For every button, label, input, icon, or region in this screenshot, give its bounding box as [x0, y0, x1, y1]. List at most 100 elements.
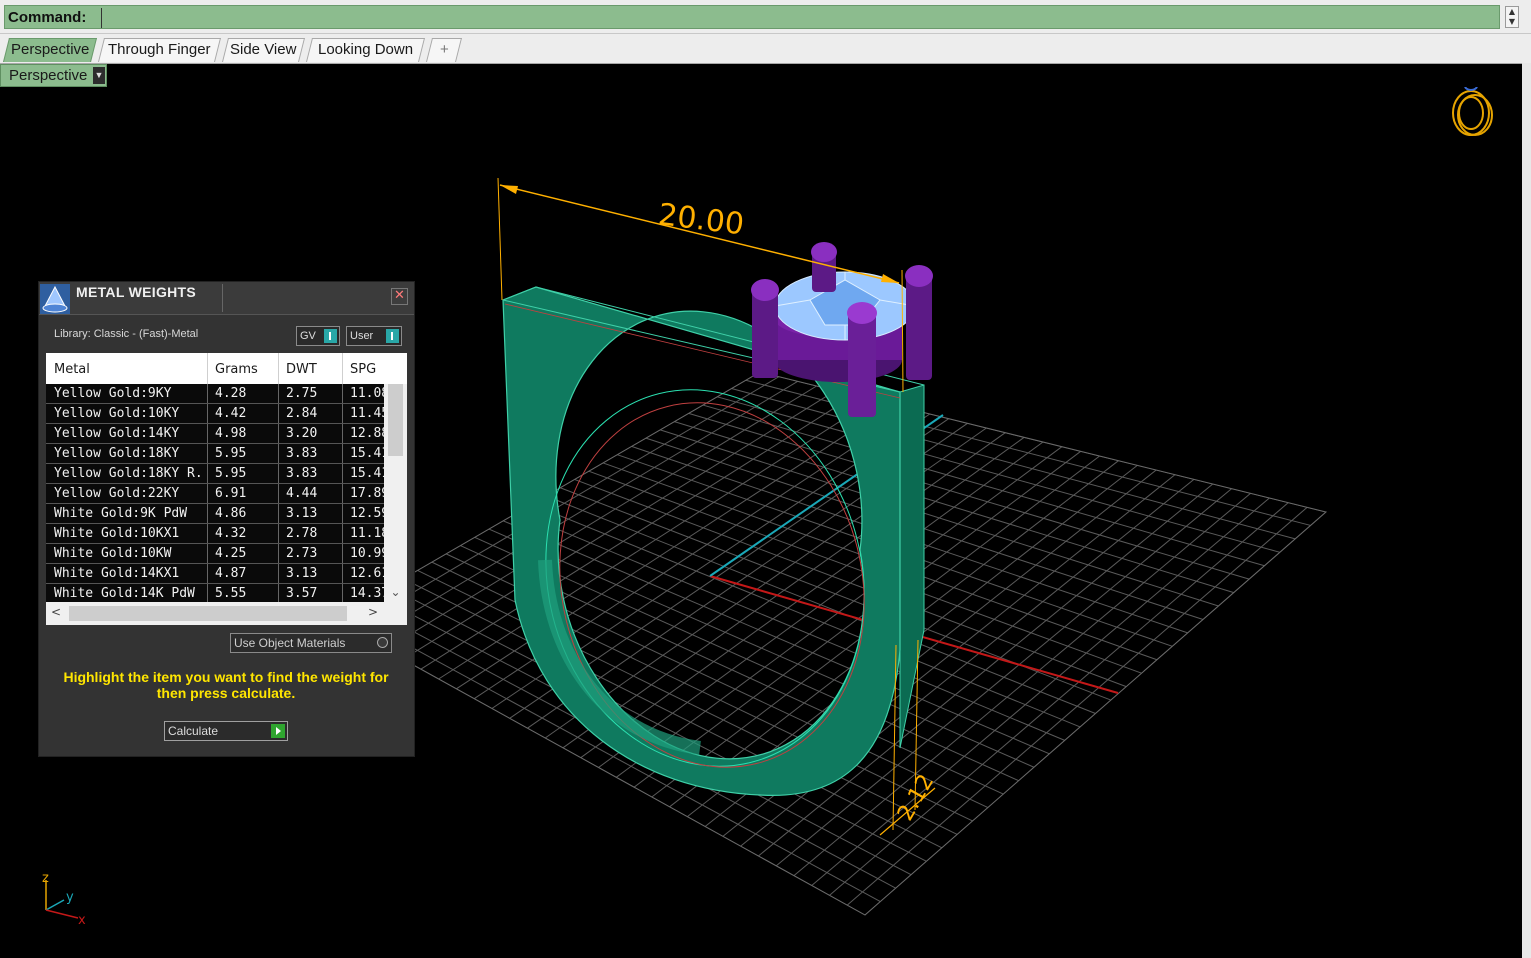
grid-line [731, 388, 1296, 540]
table-row[interactable]: White Gold:14K PdW 5.55 3.57 14.37 [46, 584, 384, 602]
table-row[interactable]: Yellow Gold:14KY 4.98 3.20 12.88 [46, 424, 384, 444]
column-divider [342, 464, 343, 484]
table-row[interactable]: White Gold:10KX1 4.32 2.78 11.18 [46, 524, 384, 544]
tab-perspective[interactable]: Perspective [3, 38, 97, 62]
metal-cell: Yellow Gold:9KY [54, 386, 172, 401]
viewport-label-text: Perspective [9, 67, 88, 84]
table-row[interactable]: White Gold:10KW 4.25 2.73 10.99 [46, 544, 384, 564]
grams-cell: 4.87 [215, 566, 247, 581]
column-divider [207, 424, 208, 444]
panel-title: METAL WEIGHTS [76, 284, 197, 300]
scroll-down-icon[interactable]: ⌄ [388, 584, 403, 600]
tab-side-view[interactable]: Side View [222, 38, 305, 62]
metal-cell: White Gold:9K PdW [54, 506, 188, 521]
instruction-text: Highlight the item you want to find the … [63, 669, 389, 701]
spg-cell: 15.41 [350, 466, 384, 481]
table-row[interactable]: Yellow Gold:22KY 6.91 4.44 17.89 [46, 484, 384, 504]
grid-border [330, 371, 1328, 916]
command-input[interactable] [101, 8, 1496, 28]
table-row[interactable]: White Gold:14KX1 4.87 3.13 12.61 [46, 564, 384, 584]
grams-cell: 4.42 [215, 406, 247, 421]
metal-table: Metal Grams DWT SPG Yellow Gold:9KY 4.28 2… [46, 353, 407, 625]
spg-cell: 11.18 [350, 526, 384, 541]
scroll-right-icon[interactable]: > [368, 605, 378, 619]
spg-cell: 12.59 [350, 506, 384, 521]
grams-cell: 6.91 [215, 486, 247, 501]
table-row[interactable]: Yellow Gold:18KY 5.95 3.83 15.41 [46, 444, 384, 464]
command-history-spinner[interactable]: ▲ ▼ [1505, 6, 1519, 28]
grams-cell: 5.95 [215, 466, 247, 481]
metal-cell: Yellow Gold:18KY [54, 446, 180, 461]
column-divider [342, 564, 343, 584]
close-icon[interactable]: ✕ [391, 288, 408, 305]
column-divider [342, 444, 343, 464]
column-header-metal[interactable]: Metal [54, 362, 90, 377]
grams-cell: 4.32 [215, 526, 247, 541]
dwt-cell: 3.83 [286, 446, 318, 461]
add-tab-button[interactable]: + [426, 38, 462, 62]
tab-through-finger[interactable]: Through Finger [98, 38, 221, 62]
dwt-cell: 3.13 [286, 566, 318, 581]
column-divider [278, 404, 279, 424]
scroll-left-icon[interactable]: < [51, 605, 61, 619]
dwt-cell: 3.57 [286, 586, 318, 601]
vertical-scrollbar[interactable]: ⌄ [384, 384, 407, 602]
metal-cell: White Gold:14KX1 [54, 566, 180, 581]
user-toggle[interactable]: User [346, 326, 402, 346]
radio-icon[interactable] [377, 637, 388, 648]
axis-y-label: y [66, 890, 74, 905]
metal-weights-logo-icon [40, 284, 70, 314]
gv-toggle[interactable]: GV [296, 326, 340, 346]
column-divider [278, 464, 279, 484]
tab-looking-down[interactable]: Looking Down [306, 38, 425, 62]
column-divider [207, 504, 208, 524]
calculate-button[interactable]: Calculate [164, 721, 288, 741]
column-divider [278, 504, 279, 524]
grams-cell: 5.55 [215, 586, 247, 601]
column-header-grams[interactable]: Grams [215, 362, 258, 377]
use-object-materials-option[interactable]: Use Object Materials [230, 633, 392, 653]
table-row[interactable]: White Gold:9K PdW 4.86 3.13 12.59 [46, 504, 384, 524]
tab-label: Through Finger [108, 41, 211, 58]
dwt-cell: 2.84 [286, 406, 318, 421]
toggle-knob-icon [386, 329, 399, 343]
column-divider [278, 353, 279, 384]
dwt-cell: 3.20 [286, 426, 318, 441]
grams-cell: 4.28 [215, 386, 247, 401]
axis-x-label: x [78, 913, 86, 928]
column-divider [342, 524, 343, 544]
metal-cell: Yellow Gold:10KY [54, 406, 180, 421]
table-row[interactable]: Yellow Gold:10KY 4.42 2.84 11.45 [46, 404, 384, 424]
dropdown-arrow-icon[interactable]: ▼ [93, 67, 105, 84]
construction-grid [332, 372, 1326, 915]
gv-toggle-label: GV [300, 330, 316, 342]
user-toggle-label: User [350, 330, 374, 342]
ring-logo-icon [1452, 87, 1493, 136]
horizontal-scroll-thumb[interactable] [69, 606, 347, 621]
tab-label: Perspective [10, 41, 90, 58]
column-divider [207, 524, 208, 544]
width-dimension-label: 20.00 [656, 197, 746, 242]
calculate-go-icon [271, 724, 285, 738]
column-divider [207, 544, 208, 564]
horizontal-scrollbar[interactable]: < > [46, 602, 384, 625]
table-header: Metal Grams DWT SPG [46, 353, 384, 385]
table-row[interactable]: Yellow Gold:9KY 4.28 2.75 11.08 [46, 384, 384, 404]
viewport-label[interactable]: Perspective ▼ [0, 64, 107, 87]
viewport-right-border [1522, 63, 1531, 958]
column-header-dwt[interactable]: DWT [286, 362, 317, 377]
dwt-cell: 4.44 [286, 486, 318, 501]
table-row[interactable]: Yellow Gold:18KY R... 5.95 3.83 15.41 [46, 464, 384, 484]
grid-line [775, 488, 1232, 867]
spg-cell: 15.41 [350, 446, 384, 461]
column-divider [342, 424, 343, 444]
grid-line [702, 404, 1265, 567]
grams-cell: 4.98 [215, 426, 247, 441]
column-header-spg[interactable]: SPG [350, 362, 376, 377]
column-divider [207, 353, 208, 384]
panel-titlebar[interactable]: METAL WEIGHTS ✕ [39, 282, 414, 315]
grams-cell: 5.95 [215, 446, 247, 461]
column-divider [207, 484, 208, 504]
column-divider [342, 353, 343, 384]
vertical-scroll-thumb[interactable] [388, 384, 403, 456]
